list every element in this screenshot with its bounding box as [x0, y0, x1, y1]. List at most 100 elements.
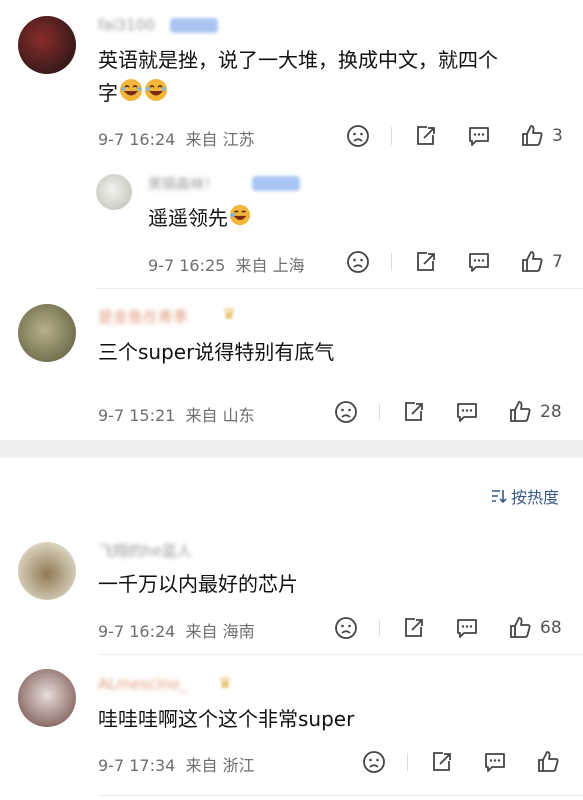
- comment-date: 9-7 17:34: [98, 756, 176, 775]
- like-button[interactable]: [535, 748, 568, 776]
- comment-item: ALmescino_ ♛ 哇哇哇啊这个这个非常super 9-7 17:34 来…: [0, 655, 583, 800]
- comment-item: 是金鱼在青季 ♛ 三个super说得特别有底气 9-7 15:21 来自 山东 …: [0, 290, 583, 440]
- frown-icon: [347, 251, 369, 273]
- comment-date: 9-7 16:24: [98, 622, 176, 641]
- avatar[interactable]: [18, 304, 76, 362]
- username[interactable]: 是金鱼在青季: [98, 306, 188, 327]
- comment-actions: 28: [333, 398, 578, 426]
- comment-text: 三个super说得特别有底气: [98, 340, 335, 364]
- like-count: 68: [540, 618, 562, 638]
- dislike-button[interactable]: [361, 748, 387, 776]
- comment-text: 一千万以内最好的芯片: [98, 572, 298, 596]
- share-button[interactable]: [413, 248, 439, 276]
- comment-icon: [469, 253, 489, 272]
- action-divider: [391, 127, 392, 145]
- dislike-button[interactable]: [333, 614, 359, 642]
- comment-location: 来自 上海: [235, 256, 305, 275]
- comment-location: 来自 江苏: [185, 130, 255, 149]
- dislike-button[interactable]: [345, 248, 371, 276]
- avatar[interactable]: [18, 669, 76, 727]
- comment-text-line: 遥遥领先: [148, 206, 228, 230]
- dislike-button[interactable]: [333, 398, 359, 426]
- comment-meta: 9-7 17:34 来自 浙江: [98, 752, 255, 776]
- crown-icon: ♛: [222, 304, 237, 323]
- action-divider: [379, 403, 380, 421]
- share-icon: [433, 752, 451, 771]
- reply-button[interactable]: [482, 748, 508, 776]
- comment-text: 遥遥领先: [148, 202, 251, 236]
- comment-divider: [98, 795, 583, 796]
- like-count: 7: [552, 252, 563, 272]
- crown-icon: ♛: [218, 673, 233, 692]
- action-divider: [391, 253, 392, 271]
- frown-icon: [335, 617, 357, 639]
- comment-item: 飞翔的he蓝人 一千万以内最好的芯片 9-7 16:24 来自 海南 68: [0, 530, 583, 655]
- thumbs-up-icon: [510, 617, 531, 638]
- section-separator: [0, 440, 583, 458]
- comment-icon: [485, 753, 505, 772]
- comment-date: 9-7 15:21: [98, 406, 176, 425]
- thumbs-up-icon: [522, 125, 543, 146]
- share-button[interactable]: [429, 748, 455, 776]
- comment-date: 9-7 16:24: [98, 130, 176, 149]
- comment-location: 来自 浙江: [185, 756, 255, 775]
- comment-actions: 68: [333, 614, 578, 642]
- like-button[interactable]: 7: [519, 248, 563, 276]
- username[interactable]: ALmescino_: [98, 675, 187, 693]
- sort-icon: [491, 490, 507, 504]
- reply-button[interactable]: [454, 614, 480, 642]
- comment-text-line-end: 字: [98, 81, 118, 105]
- share-button[interactable]: [401, 614, 427, 642]
- comment-actions: 3: [345, 122, 575, 150]
- comment-meta: 9-7 16:24 来自 江苏: [98, 126, 255, 150]
- avatar[interactable]: [96, 174, 132, 210]
- avatar[interactable]: [18, 16, 76, 74]
- laughing-crying-icon: [144, 78, 168, 112]
- like-button[interactable]: 3: [519, 122, 563, 150]
- comment-text-line: 英语就是挫，说了一大堆，换成中文，就四个: [98, 48, 498, 72]
- comment-actions: 7: [345, 248, 575, 276]
- sort-label: 按热度: [510, 488, 559, 507]
- dislike-button[interactable]: [345, 122, 371, 150]
- comment-location: 来自 山东: [185, 406, 255, 425]
- share-icon: [417, 252, 435, 271]
- action-divider: [379, 619, 380, 637]
- reply-item: 黑锅森林！ 遥遥领先 9-7 16:25 来自 上海 7: [0, 160, 583, 290]
- like-count: 28: [540, 402, 562, 422]
- comment-divider: [96, 288, 583, 289]
- avatar[interactable]: [18, 542, 76, 600]
- comment-actions: [361, 748, 576, 776]
- laughing-crying-icon: [119, 78, 143, 112]
- comment-meta: 9-7 15:21 来自 山东: [98, 402, 255, 426]
- user-badge: [170, 18, 218, 33]
- reply-button[interactable]: [466, 122, 492, 150]
- like-count: 3: [552, 126, 563, 146]
- comment-date: 9-7 16:25: [148, 256, 226, 275]
- user-badge: [252, 176, 300, 191]
- like-button[interactable]: 28: [507, 398, 562, 426]
- share-button[interactable]: [413, 122, 439, 150]
- username[interactable]: 黑锅森林！: [148, 174, 218, 194]
- comment-meta: 9-7 16:24 来自 海南: [98, 618, 255, 642]
- frown-icon: [347, 125, 369, 147]
- thumbs-up-icon: [522, 251, 543, 272]
- sort-by-hot-button[interactable]: 按热度: [490, 484, 559, 508]
- username[interactable]: fai3100: [98, 16, 155, 34]
- share-icon: [405, 618, 423, 637]
- username[interactable]: 飞翔的he蓝人: [98, 540, 192, 561]
- comment-item: fai3100 英语就是挫，说了一大堆，换成中文，就四个 字 9-7 16:24…: [0, 0, 583, 160]
- thumbs-up-icon: [510, 401, 531, 422]
- frown-icon: [335, 401, 357, 423]
- comment-text: 英语就是挫，说了一大堆，换成中文，就四个 字: [98, 44, 568, 112]
- comment-location: 来自 海南: [185, 622, 255, 641]
- comment-icon: [457, 403, 477, 422]
- share-button[interactable]: [401, 398, 427, 426]
- like-button[interactable]: 68: [507, 614, 562, 642]
- frown-icon: [363, 751, 385, 773]
- thumbs-up-icon: [538, 751, 559, 772]
- laughing-crying-icon: [229, 203, 251, 236]
- reply-button[interactable]: [454, 398, 480, 426]
- share-icon: [417, 126, 435, 145]
- reply-button[interactable]: [466, 248, 492, 276]
- action-divider: [407, 753, 408, 771]
